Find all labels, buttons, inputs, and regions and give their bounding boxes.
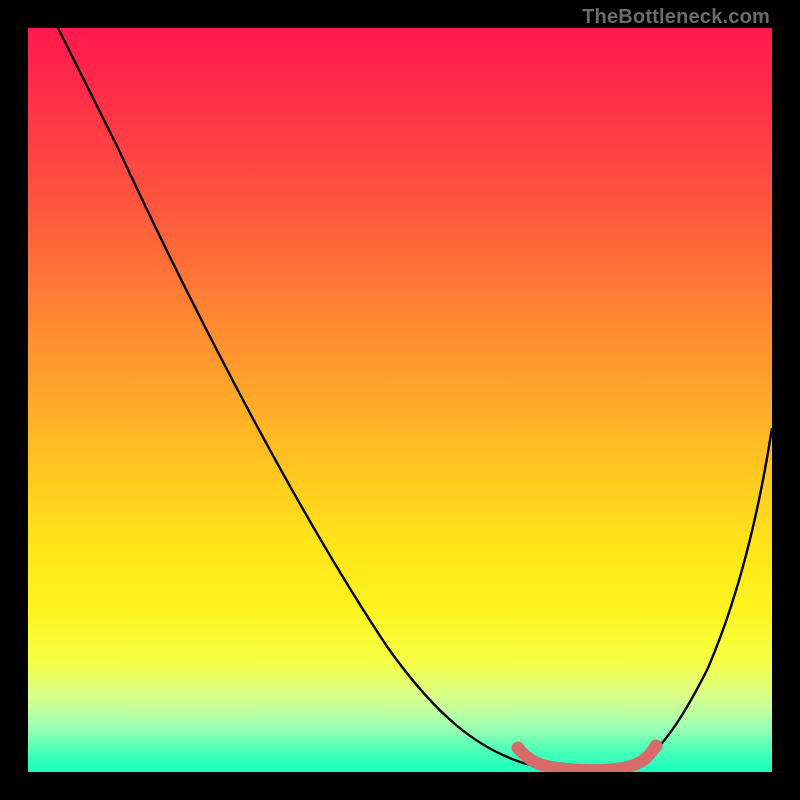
watermark-text: TheBottleneck.com bbox=[582, 6, 770, 29]
curve-layer bbox=[28, 28, 772, 772]
optimal-zone-end-dot bbox=[650, 740, 663, 753]
optimal-zone-start-dot bbox=[512, 742, 525, 755]
optimal-zone-marker bbox=[518, 746, 656, 770]
plot-area bbox=[28, 28, 772, 772]
chart-frame: TheBottleneck.com bbox=[0, 0, 800, 800]
bottleneck-curve bbox=[58, 28, 772, 771]
